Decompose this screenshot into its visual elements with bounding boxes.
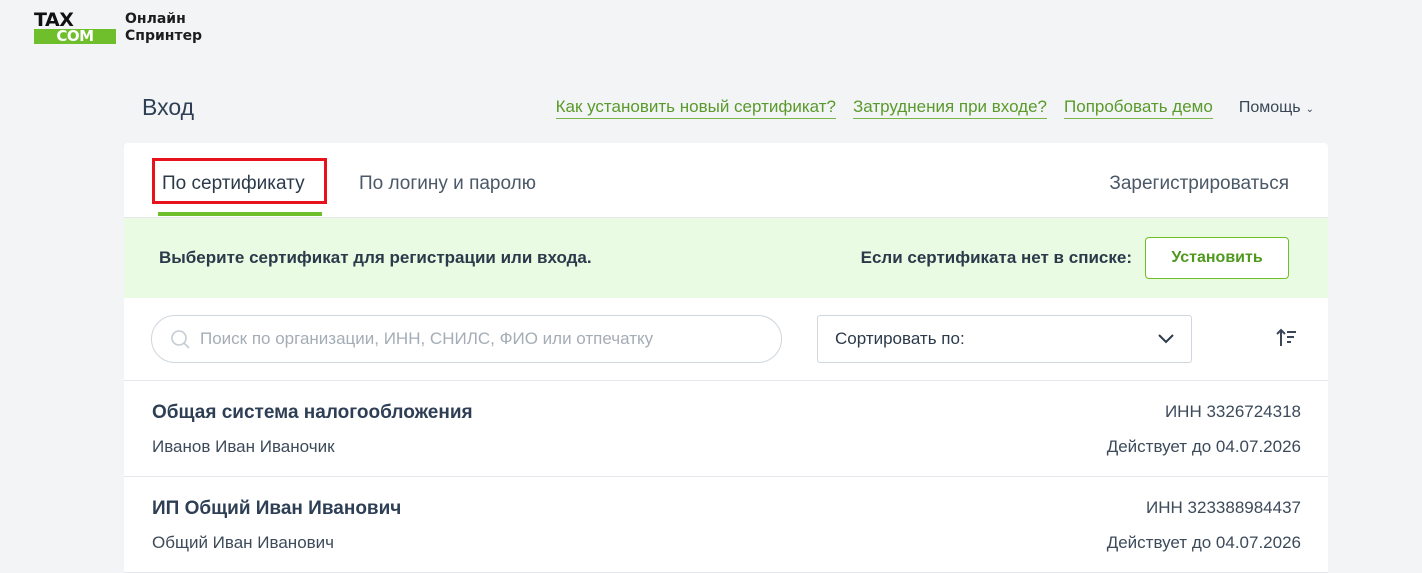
login-tabs: По сертификату По логину и паролю Зареги… — [124, 143, 1328, 218]
certificate-valid-until: Действует до 04.07.2026 — [1106, 533, 1301, 552]
active-tab-indicator — [158, 212, 322, 216]
certificate-owner: Общий Иван Иванович — [152, 533, 335, 552]
logo-text-line2: Спринтер — [125, 28, 203, 44]
banner-right: Если сертификата нет в списке: Установит… — [861, 237, 1289, 279]
chevron-down-icon: ⌄ — [1305, 103, 1314, 115]
register-link[interactable]: Зарегистрироваться — [1109, 173, 1289, 195]
logo[interactable]: TAX COM Онлайн Спринтер — [34, 9, 202, 45]
try-demo-link[interactable]: Попробовать демо — [1064, 97, 1213, 119]
tab-login-password[interactable]: По логину и паролю — [359, 173, 536, 195]
taxcom-logo-mark: TAX COM — [34, 9, 116, 44]
certificate-owner: Иванов Иван Иваночик — [152, 437, 335, 456]
sort-label: Сортировать по: — [835, 329, 965, 348]
help-dropdown[interactable]: Помощь ⌄ — [1239, 99, 1314, 117]
certificate-row[interactable]: Общая система налогообложения Иванов Ива… — [124, 381, 1328, 477]
certificate-organization: ИП Общий Иван Иванович — [152, 498, 402, 519]
list-controls: Сортировать по: — [124, 298, 1328, 381]
install-button[interactable]: Установить — [1145, 237, 1289, 279]
certificate-row[interactable]: ИП Общий Иван Иванович Общий Иван Иванов… — [124, 477, 1328, 573]
logo-mark-top: TAX — [34, 9, 74, 31]
certificate-inn: ИНН 323388984437 — [1146, 498, 1301, 517]
login-card: По сертификату По логину и паролю Зареги… — [124, 143, 1328, 573]
certificate-organization: Общая система налогообложения — [152, 402, 473, 423]
certificate-inn: ИНН 3326724318 — [1164, 402, 1301, 421]
page-title: Вход — [142, 94, 195, 120]
logo-mark-bottom: COM — [34, 29, 116, 44]
how-to-install-certificate-link[interactable]: Как установить новый сертификат? — [555, 97, 836, 119]
banner-text: Выберите сертификат для регистрации или … — [159, 248, 592, 267]
help-label: Помощь — [1238, 99, 1301, 116]
sort-order-icon[interactable] — [1276, 327, 1298, 349]
logo-text-line1: Онлайн — [125, 11, 186, 27]
login-problems-link[interactable]: Затруднения при входе? — [852, 97, 1048, 119]
chevron-down-icon — [1158, 334, 1174, 344]
certificate-valid-until: Действует до 04.07.2026 — [1106, 437, 1301, 456]
search-input[interactable] — [200, 329, 760, 349]
banner-note: Если сертификата нет в списке: — [860, 248, 1132, 267]
top-links: Как установить новый сертификат? Затрудн… — [539, 97, 1314, 119]
search-box[interactable] — [151, 315, 782, 363]
logo-text: Онлайн Спринтер — [125, 11, 202, 45]
tab-certificate[interactable]: По сертификату — [162, 173, 305, 195]
info-banner: Выберите сертификат для регистрации или … — [124, 218, 1328, 298]
sort-select[interactable]: Сортировать по: — [817, 315, 1192, 363]
search-icon — [171, 330, 190, 349]
